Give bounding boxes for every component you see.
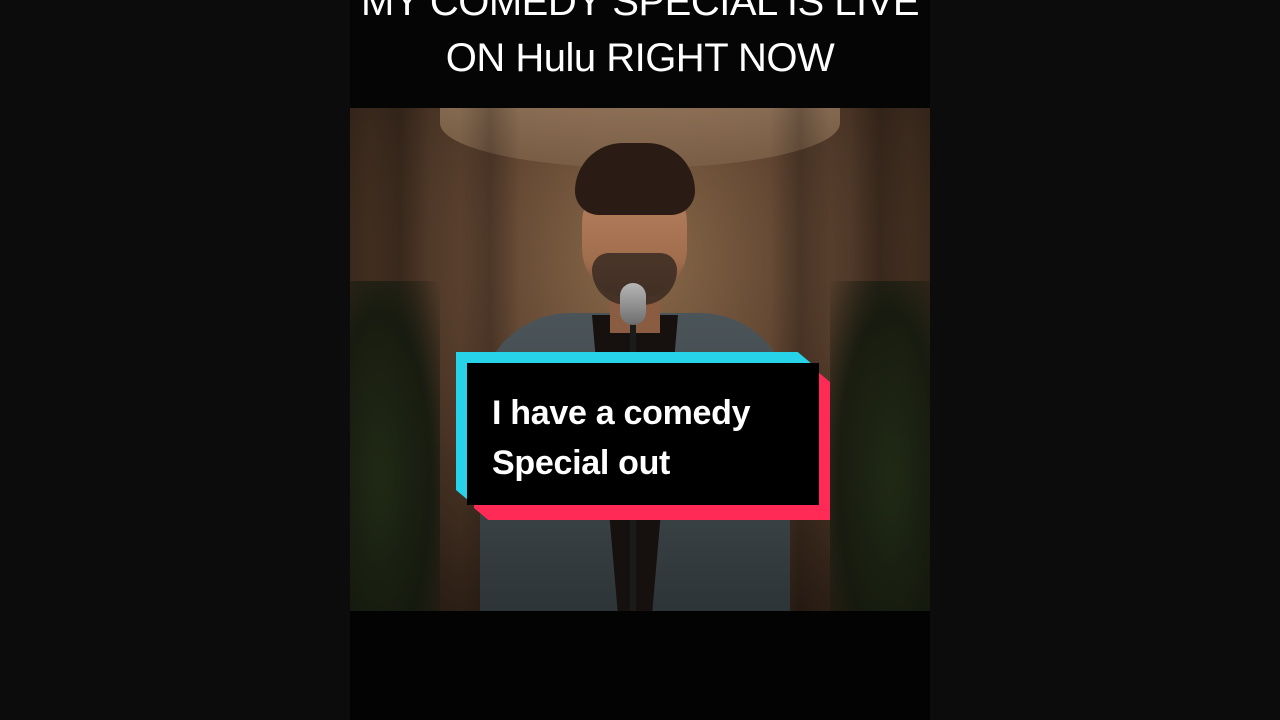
title-overlay: MY COMEDY SPECIAL IS LIVE ON Hulu RIGHT …: [350, 0, 930, 108]
plant-right: [830, 281, 930, 611]
title-line-2: ON Hulu RIGHT NOW: [445, 36, 835, 80]
microphone-icon: [620, 283, 646, 325]
caption-line-2: Special out: [492, 444, 671, 482]
letterbox-left: [0, 0, 350, 720]
hair: [575, 143, 695, 215]
title-line-1: MY COMEDY SPECIAL IS LIVE: [360, 0, 920, 24]
letterbox-right: [930, 0, 1280, 720]
caption-text: I have a comedy Special out: [492, 388, 812, 488]
video-player[interactable]: MY COMEDY SPECIAL IS LIVE ON Hulu RIGHT …: [0, 0, 1280, 720]
caption-line-1: I have a comedy: [492, 394, 751, 432]
plant-left: [350, 281, 440, 611]
video-frame[interactable]: MY COMEDY SPECIAL IS LIVE ON Hulu RIGHT …: [350, 0, 930, 720]
caption-sticker: I have a comedy Special out: [456, 352, 830, 520]
bottom-letterbox: [350, 611, 930, 720]
